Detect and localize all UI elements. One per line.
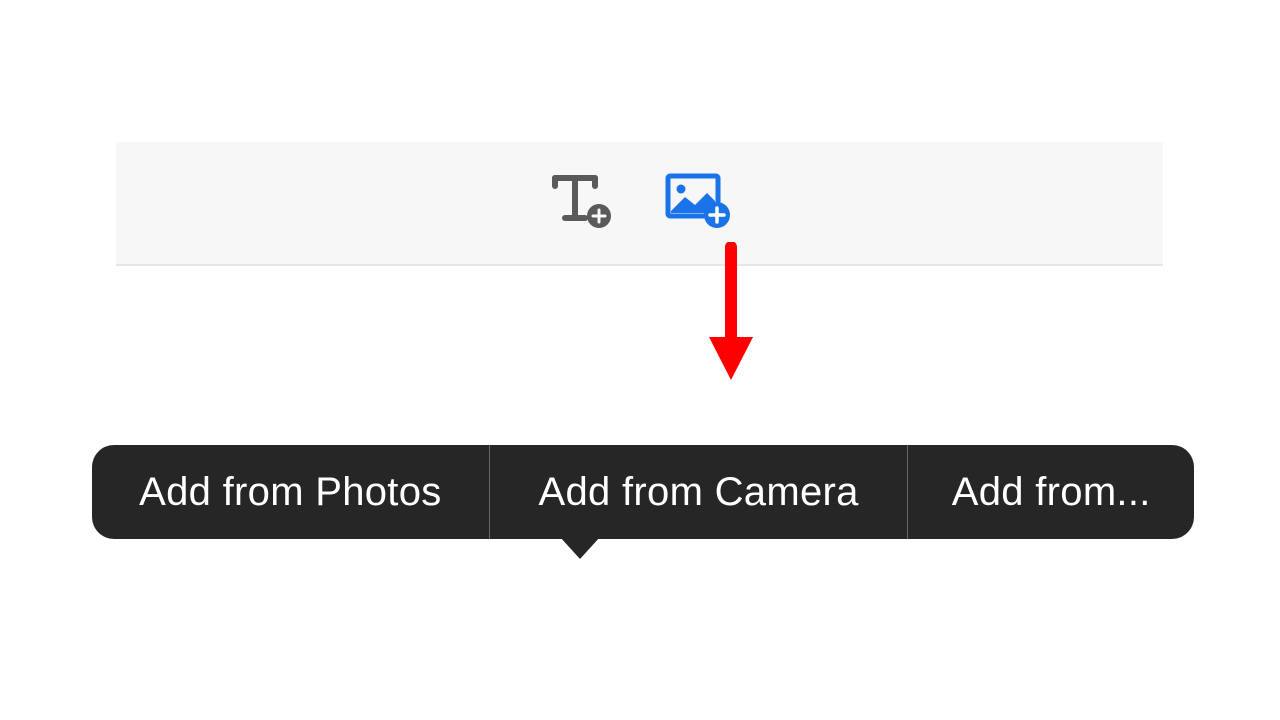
popover-caret-icon [560, 537, 600, 559]
add-image-button[interactable] [664, 169, 732, 237]
popover-item-label: Add from... [952, 470, 1151, 515]
add-from-camera-button[interactable]: Add from Camera [489, 445, 908, 539]
toolbar [116, 142, 1163, 266]
add-image-popover: Add from Photos Add from Camera Add from… [92, 445, 1194, 539]
popover-item-label: Add from Camera [539, 470, 859, 515]
add-from-more-button[interactable]: Add from... [907, 445, 1194, 539]
add-text-button[interactable] [548, 169, 616, 237]
add-image-icon [665, 173, 731, 234]
add-text-icon [551, 172, 613, 235]
add-from-photos-button[interactable]: Add from Photos [92, 445, 489, 539]
popover-item-label: Add from Photos [139, 470, 441, 515]
